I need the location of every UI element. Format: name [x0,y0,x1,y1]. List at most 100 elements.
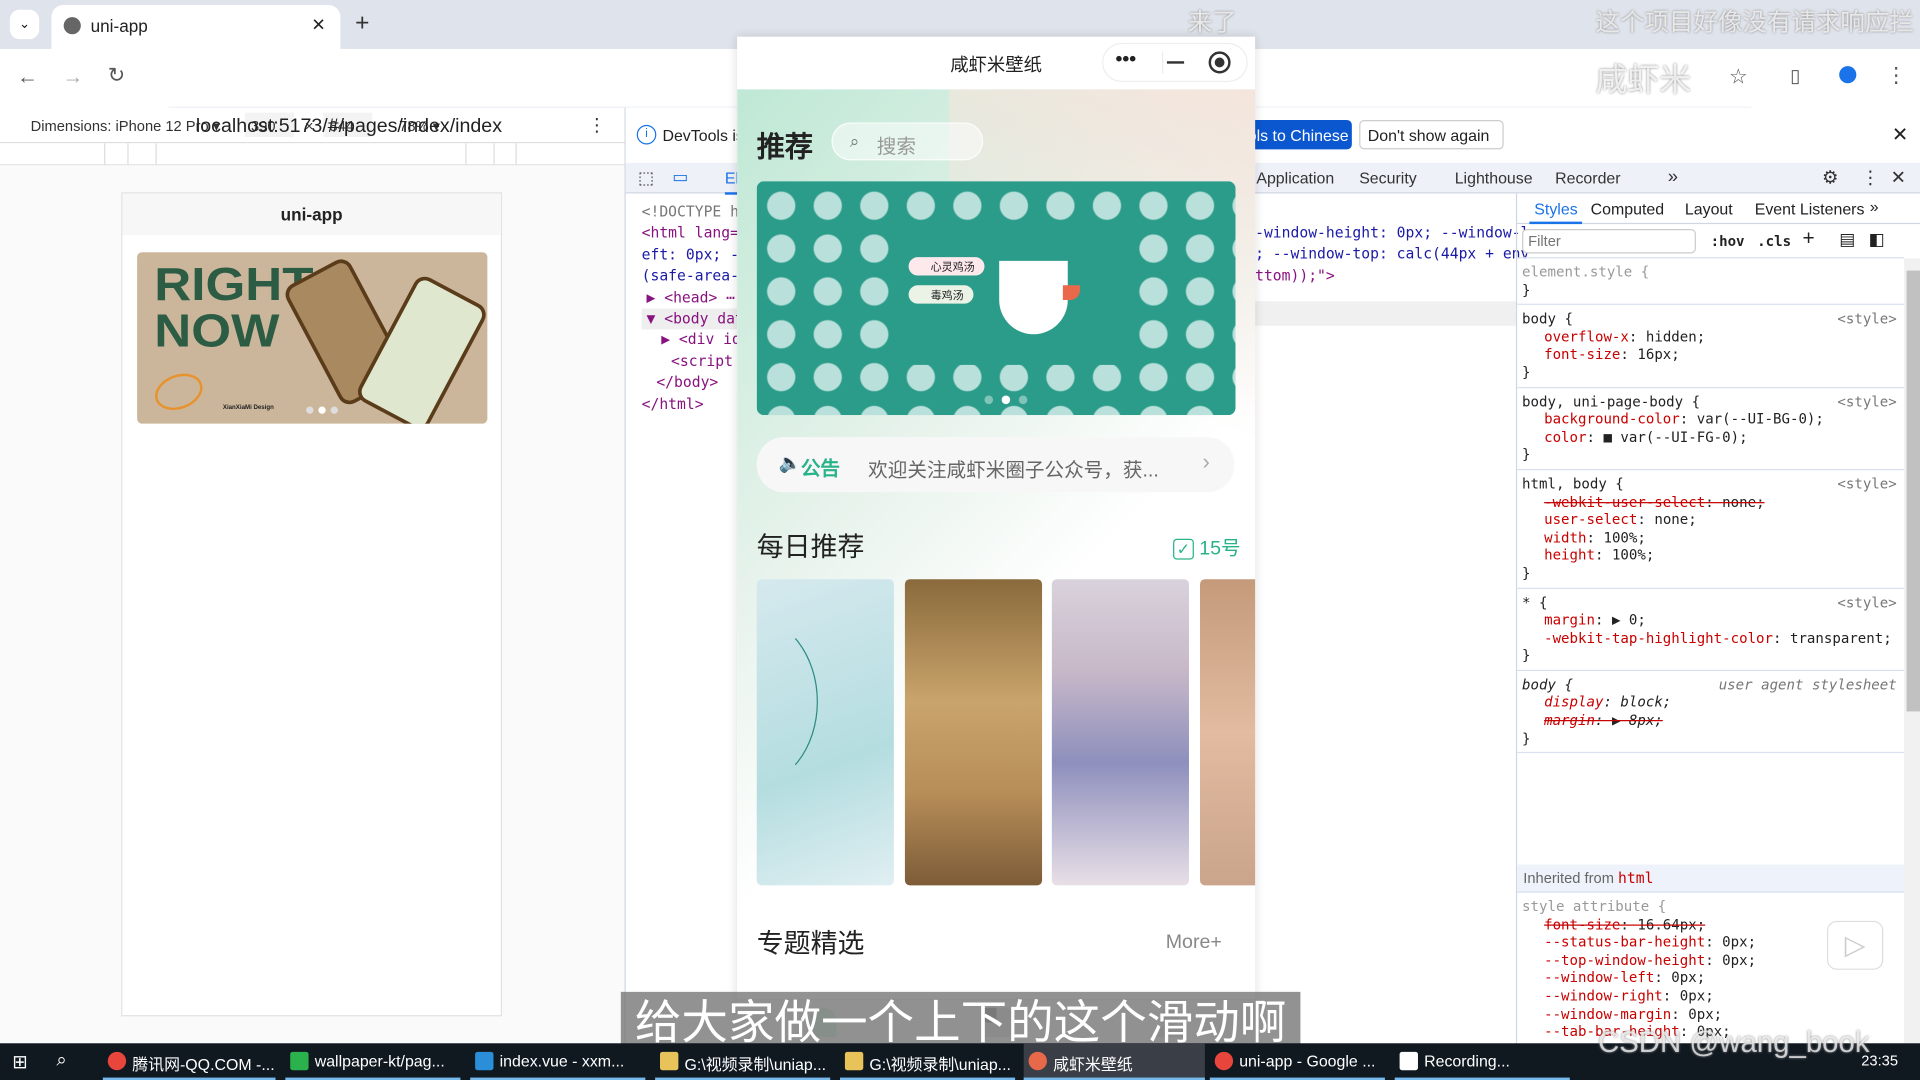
menu-icon[interactable]: ⋮ [1886,64,1907,88]
more-tabs-button[interactable]: » [1668,167,1678,188]
tab-application[interactable]: Application [1256,169,1334,187]
notice-bar[interactable]: 🔈 公告 欢迎关注咸虾米圈子公众号，获... › [756,437,1235,493]
bookmark-star-icon[interactable]: ☆ [1729,65,1748,89]
style-rule[interactable]: body {<style> overflow-x: hidden; font-siz… [1517,305,1905,388]
rule-source[interactable]: user agent stylesheet [1719,676,1897,694]
preview-banner[interactable]: RIGHT NOW XianXiaMi Design [137,252,488,424]
search-icon[interactable]: ⌕ [56,1049,66,1070]
more-side-tabs[interactable]: » [1870,197,1879,215]
forward-icon[interactable]: → [62,65,83,89]
style-rule[interactable]: element.style {} [1517,258,1905,306]
taskbar-item[interactable]: 腾讯网-QQ.COM -... [102,1043,276,1080]
inspect-element-icon[interactable]: ⬚ [638,168,654,189]
css-property[interactable]: overflow-x: hidden; [1522,328,1899,346]
tab-lighthouse[interactable]: Lighthouse [1455,169,1533,187]
tab-computed[interactable]: Computed [1591,200,1664,218]
wallpaper-thumb[interactable] [904,579,1043,886]
tab-search-button[interactable]: ⌄ [9,9,40,40]
css-property[interactable]: margin: ▶ 0; [1522,611,1899,629]
dom-line[interactable]: </body> [642,373,740,394]
dom-line[interactable]: ▶ <head> ⋯ < [642,287,740,308]
close-target-icon[interactable] [1208,51,1231,74]
reload-icon[interactable]: ↻ [108,64,125,88]
css-property[interactable]: width: 100%; [1522,529,1899,547]
video-play-icon[interactable]: ▷ [1826,920,1884,970]
close-devtools-icon[interactable]: ✕ [1891,167,1906,189]
tab-event-listeners[interactable]: Event Listeners [1755,200,1865,218]
style-rule[interactable]: body {user agent stylesheet display: bloc… [1517,671,1905,754]
css-property[interactable]: -webkit-user-select: none; [1522,493,1899,511]
css-property[interactable]: height: 100%; [1522,547,1899,565]
taskbar-item[interactable]: uni-app - Google ... [1209,1043,1385,1080]
wallpaper-thumb[interactable] [1051,579,1189,886]
wallpaper-thumb[interactable] [1200,579,1256,886]
dom-line[interactable]: ▶ <div id= [642,330,739,351]
dom-line[interactable]: ttom));"> [1255,265,1529,286]
rule-source[interactable]: <style> [1837,593,1896,611]
tab-styles[interactable]: Styles [1529,200,1583,225]
css-property[interactable]: user-select: none; [1522,511,1899,529]
css-property[interactable]: display: block; [1522,694,1899,712]
toggle-sidebar-icon[interactable]: ◧ [1869,229,1885,250]
banner-swiper[interactable]: 心灵鸡汤 毒鸡汤 [756,181,1236,416]
style-rule[interactable]: body, uni-page-body {<style> background-c… [1517,388,1905,471]
rule-source[interactable]: <style> [1837,310,1896,328]
swiper-dot[interactable] [306,406,314,414]
wallpaper-thumb[interactable] [756,579,894,886]
search-bar[interactable]: ⌕ 搜索 [831,122,984,161]
dom-line[interactable]: eft: 0px; -- [642,245,740,266]
new-tab-button[interactable]: + [355,10,369,38]
inherited-tag[interactable]: html [1618,869,1653,886]
media-query-ruler[interactable] [0,143,625,166]
rule-source[interactable]: <style> [1837,393,1896,411]
swiper-dot-active[interactable] [1001,395,1011,405]
dom-line[interactable]: (safe-area-i [642,266,740,287]
taskbar-item[interactable]: wallpaper-kt/pag... [285,1043,461,1080]
more-link[interactable]: More+ [1166,932,1222,954]
taskbar-item-active[interactable]: 咸虾米壁纸 [1023,1043,1205,1080]
customize-menu-icon[interactable]: ⋮ [1861,167,1879,189]
windows-start-icon[interactable]: ⊞ [12,1051,27,1073]
taskbar-item[interactable]: G:\视频录制\uniap... [655,1043,831,1080]
styles-filter-input[interactable] [1522,228,1696,254]
swiper-dot-active[interactable] [318,406,326,414]
paint-brush-icon[interactable]: ▤ [1839,229,1855,250]
style-rule[interactable]: * {<style> margin: ▶ 0; -webkit-tap-highli… [1517,588,1905,671]
dom-line[interactable]: ; --window-top: calc(44px + env [1255,244,1529,265]
dom-line[interactable]: </html> [642,394,740,415]
side-panel-icon[interactable]: ▯ [1790,65,1800,87]
class-toggle[interactable]: .cls [1757,233,1791,250]
taskbar-item[interactable]: Recording... [1394,1043,1570,1080]
dom-line-selected[interactable]: ▼ <body data [641,308,740,330]
minimize-icon[interactable] [1166,61,1185,64]
css-property[interactable]: -webkit-tap-highlight-color: transparent… [1522,629,1899,647]
tab-recorder[interactable]: Recorder [1555,169,1620,187]
rule-source[interactable]: <style> [1837,475,1896,493]
css-property[interactable]: color: ■ var(--UI-FG-0); [1522,428,1899,446]
style-attribute-selector[interactable]: style attribute { [1522,898,1899,916]
dom-line[interactable]: <html lang=' [642,223,740,244]
style-rule[interactable]: html, body {<style> -webkit-user-select: … [1517,470,1905,589]
css-property[interactable]: --window-left: 0px; [1522,969,1899,987]
css-property[interactable]: background-color: var(--UI-BG-0); [1522,410,1899,428]
browser-tab[interactable]: uni-app ✕ [51,4,341,49]
profile-avatar[interactable] [1839,66,1857,84]
hover-state-toggle[interactable]: :hov [1711,233,1745,250]
swiper-dot[interactable] [1018,395,1028,405]
new-rule-icon[interactable]: + [1802,227,1814,251]
device-select[interactable]: Dimensions: iPhone 12 Pro ▾ [31,118,221,135]
css-property[interactable]: margin: ▶ 8px; [1522,712,1899,730]
device-toggle-icon[interactable]: ▭ [672,167,688,188]
more-dots-icon[interactable]: ••• [1116,49,1137,71]
dom-line[interactable]: <script [642,351,740,372]
swiper-dot[interactable] [984,395,994,405]
css-property[interactable]: font-size: 16px; [1522,346,1899,364]
taskbar-item[interactable]: index.vue - xxm... [470,1043,646,1080]
dom-line[interactable]: <!DOCTYPE ht [642,202,740,223]
swiper-dot[interactable] [330,406,338,414]
dom-line[interactable]: -window-height: 0px; --window-l [1255,223,1529,244]
back-icon[interactable]: ← [17,65,38,89]
close-infobar-icon[interactable]: ✕ [1892,122,1908,146]
tab-security[interactable]: Security [1359,169,1417,187]
taskbar-item[interactable]: G:\视频录制\uniap... [840,1043,1016,1080]
